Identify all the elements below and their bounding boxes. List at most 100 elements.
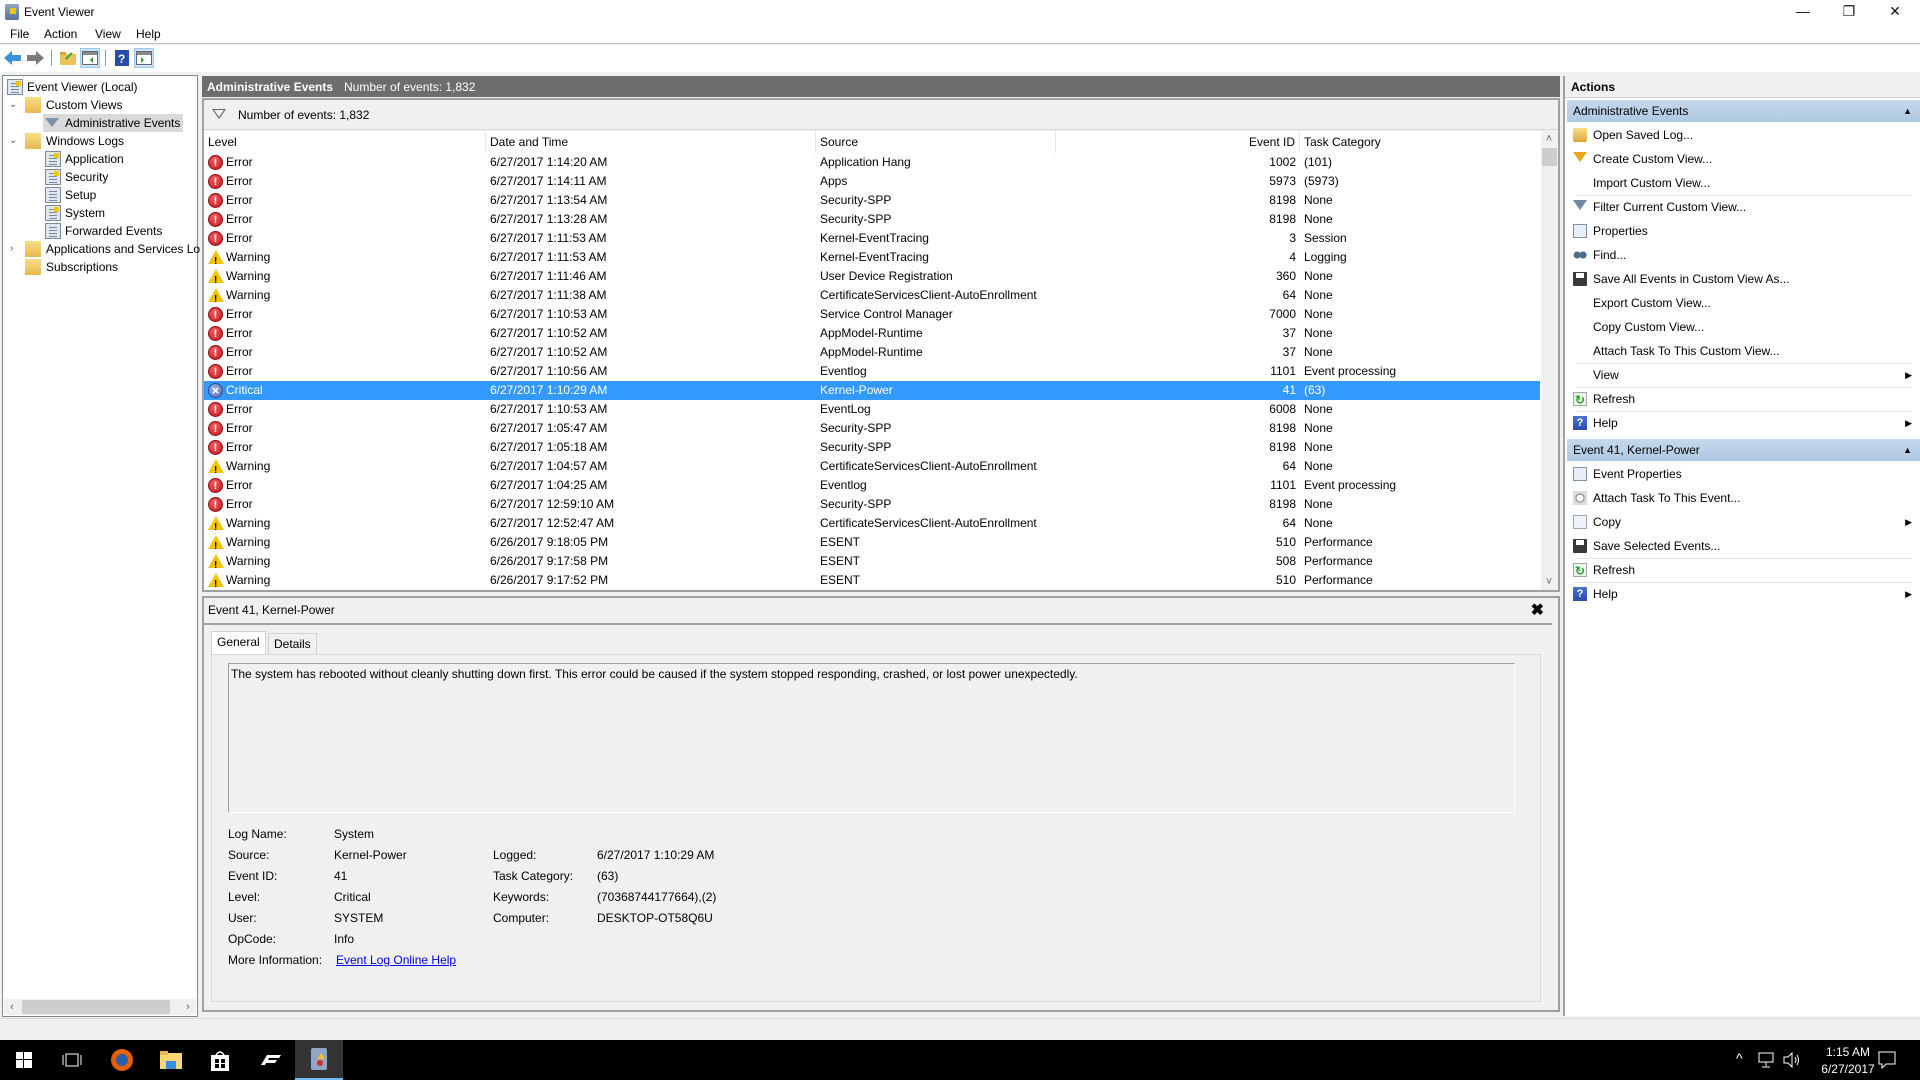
action-center-icon[interactable]: [1878, 1051, 1896, 1069]
action-refresh[interactable]: Refresh: [1567, 387, 1912, 412]
action-attach-task-to-this-custom-view[interactable]: Attach Task To This Custom View...: [1567, 339, 1912, 363]
action-help[interactable]: ? Help ▶: [1567, 582, 1912, 606]
event-row[interactable]: Error 6/27/2017 1:11:53 AM Kernel-EventTra…: [204, 229, 1540, 249]
field-value[interactable]: Critical: [334, 890, 371, 904]
field-value[interactable]: System: [334, 827, 374, 841]
action-create-custom-view[interactable]: Create Custom View...: [1567, 147, 1912, 171]
tree-item-security[interactable]: Security: [45, 168, 108, 186]
volume-icon[interactable]: [1783, 1052, 1801, 1068]
event-row[interactable]: Error 6/27/2017 1:10:52 AM AppModel-Runtim…: [204, 324, 1540, 344]
scroll-right-icon[interactable]: ›: [180, 999, 196, 1015]
event-row[interactable]: Warning 6/27/2017 1:11:38 AM CertificateSe…: [204, 286, 1540, 309]
event-row[interactable]: Error 6/27/2017 1:13:54 AM Security-SPP 819…: [204, 191, 1540, 211]
scroll-left-icon[interactable]: ‹: [4, 999, 20, 1015]
event-row[interactable]: Warning 6/27/2017 1:04:57 AM CertificateSe…: [204, 457, 1540, 480]
scroll-up-icon[interactable]: ˄: [1541, 131, 1557, 147]
show-hide-console-tree-button[interactable]: [80, 48, 100, 68]
event-message[interactable]: The system has rebooted without cleanly …: [228, 663, 1515, 813]
menu-view[interactable]: View: [95, 27, 121, 41]
task-view-button[interactable]: [48, 1040, 96, 1080]
store-taskbar-button[interactable]: [196, 1040, 244, 1080]
action-refresh[interactable]: Refresh: [1567, 558, 1912, 583]
action-export-custom-view[interactable]: Export Custom View...: [1567, 291, 1912, 315]
expand-chevron-icon[interactable]: ⌄: [9, 96, 19, 114]
tab-details[interactable]: Details: [268, 633, 317, 654]
scrollbar-thumb[interactable]: [1542, 148, 1557, 166]
event-viewer-taskbar-button[interactable]: [295, 1040, 343, 1080]
minimize-button[interactable]: —: [1780, 0, 1826, 24]
action-view[interactable]: View ▶: [1567, 363, 1912, 387]
event-row[interactable]: Warning 6/26/2017 9:17:52 PM ESENT 510 Perfo…: [204, 571, 1540, 590]
tree-item-event-viewer-local[interactable]: Event Viewer (Local): [7, 78, 138, 96]
firefox-taskbar-button[interactable]: [98, 1040, 146, 1080]
menu-action[interactable]: Action: [44, 27, 77, 41]
tree-item-setup[interactable]: Setup: [45, 186, 96, 204]
close-button[interactable]: ✕: [1872, 0, 1918, 24]
show-hidden-icons-button[interactable]: ^: [1736, 1050, 1743, 1066]
event-row[interactable]: Error 6/27/2017 1:05:18 AM Security-SPP 819…: [204, 438, 1540, 458]
event-row[interactable]: Error 6/27/2017 1:14:11 AM Apps 5973 (5973): [204, 172, 1540, 192]
field-value[interactable]: Kernel-Power: [334, 848, 407, 862]
table-vertical-scrollbar[interactable]: ˄ ˅: [1541, 131, 1558, 590]
tree-item-windows-logs[interactable]: ⌄ Windows Logs: [7, 132, 124, 150]
action-save-selected-events[interactable]: Save Selected Events...: [1567, 534, 1912, 558]
action-save-all-events-in-custom-view-as[interactable]: Save All Events in Custom View As...: [1567, 267, 1912, 291]
menu-help[interactable]: Help: [136, 27, 161, 41]
event-row[interactable]: Error 6/27/2017 1:10:53 AM EventLog 6008 Non…: [204, 400, 1540, 420]
event-row[interactable]: Warning 6/26/2017 9:18:05 PM ESENT 510 Perfo…: [204, 533, 1540, 556]
action-import-custom-view[interactable]: Import Custom View...: [1567, 171, 1912, 195]
field-value[interactable]: (63): [597, 869, 618, 883]
action-group-header[interactable]: Administrative Events ▲: [1567, 100, 1920, 122]
tree-horizontal-scrollbar[interactable]: ‹ ›: [4, 999, 196, 1015]
event-row[interactable]: Warning 6/27/2017 12:52:47 AM CertificateS…: [204, 514, 1540, 537]
tree-item-forwarded-events[interactable]: Forwarded Events: [45, 222, 162, 240]
help-button[interactable]: ?: [112, 48, 132, 68]
collapsed-chevron-icon[interactable]: ›: [10, 240, 20, 258]
tree-item-custom-views[interactable]: ⌄ Custom Views: [7, 96, 122, 114]
event-log-online-help-link[interactable]: Event Log Online Help: [336, 953, 456, 967]
event-row[interactable]: Warning 6/27/2017 1:11:53 AM Kernel-EventT…: [204, 248, 1540, 271]
action-copy-custom-view[interactable]: Copy Custom View...: [1567, 315, 1912, 339]
back-button[interactable]: [3, 48, 23, 68]
tree-item-subscriptions[interactable]: Subscriptions: [7, 258, 118, 276]
event-row[interactable]: Error 6/27/2017 1:10:53 AM Service Control…: [204, 305, 1540, 325]
column-date-and-time[interactable]: Date and Time: [486, 131, 816, 153]
event-row[interactable]: Error 6/27/2017 1:13:28 AM Security-SPP 819…: [204, 210, 1540, 230]
action-help[interactable]: ? Help ▶: [1567, 411, 1912, 435]
tree-item-system[interactable]: System: [45, 204, 105, 222]
event-row[interactable]: Warning 6/26/2017 9:17:58 PM ESENT 508 Perfo…: [204, 552, 1540, 575]
file-explorer-taskbar-button[interactable]: [147, 1040, 195, 1080]
field-value[interactable]: 41: [334, 869, 347, 883]
tab-general[interactable]: General: [211, 631, 266, 654]
tree-item-applications-and-services-logs[interactable]: › Applications and Services Lo: [7, 240, 200, 258]
clock-date[interactable]: 6/27/2017: [1818, 1062, 1878, 1076]
close-details-icon[interactable]: ✖: [1531, 600, 1544, 620]
action-event-properties[interactable]: Event Properties: [1567, 462, 1912, 486]
event-row[interactable]: Error 6/27/2017 1:05:47 AM Security-SPP 819…: [204, 419, 1540, 439]
collapse-arrow-icon[interactable]: ▲: [1903, 100, 1912, 122]
action-open-saved-log[interactable]: Open Saved Log...: [1567, 123, 1912, 147]
action-group-header[interactable]: Event 41, Kernel-Power ▲: [1567, 439, 1920, 461]
event-row[interactable]: Error 6/27/2017 1:14:20 AM Application Han…: [204, 153, 1540, 173]
event-row[interactable]: Warning 6/27/2017 1:11:46 AM User Device R…: [204, 267, 1540, 290]
field-value[interactable]: SYSTEM: [334, 911, 383, 925]
scroll-down-icon[interactable]: ˅: [1541, 574, 1557, 590]
action-copy[interactable]: Copy ▶: [1567, 510, 1912, 534]
column-level[interactable]: Level: [204, 131, 486, 153]
field-value[interactable]: (70368744177664),(2): [597, 890, 716, 904]
forward-button[interactable]: [26, 48, 46, 68]
column-task-category[interactable]: Task Category: [1300, 131, 1540, 153]
forza-taskbar-button[interactable]: [246, 1040, 294, 1080]
field-value[interactable]: Info: [334, 932, 354, 946]
action-filter-current-custom-view[interactable]: Filter Current Custom View...: [1567, 195, 1912, 219]
field-value[interactable]: 6/27/2017 1:10:29 AM: [597, 848, 714, 862]
event-row[interactable]: Error 6/27/2017 1:10:52 AM AppModel-Runtim…: [204, 343, 1540, 363]
restore-button[interactable]: ❐: [1826, 0, 1872, 24]
action-find[interactable]: Find...: [1567, 243, 1912, 267]
event-row[interactable]: Error 6/27/2017 12:59:10 AM Security-SPP 81…: [204, 495, 1540, 515]
event-row[interactable]: Critical 6/27/2017 1:10:29 AM Kernel-Power…: [204, 381, 1540, 400]
tree-item-application[interactable]: Application: [45, 150, 124, 168]
expand-chevron-icon[interactable]: ⌄: [9, 132, 19, 150]
show-hide-action-pane-button[interactable]: [134, 48, 154, 68]
menu-file[interactable]: File: [10, 27, 29, 41]
